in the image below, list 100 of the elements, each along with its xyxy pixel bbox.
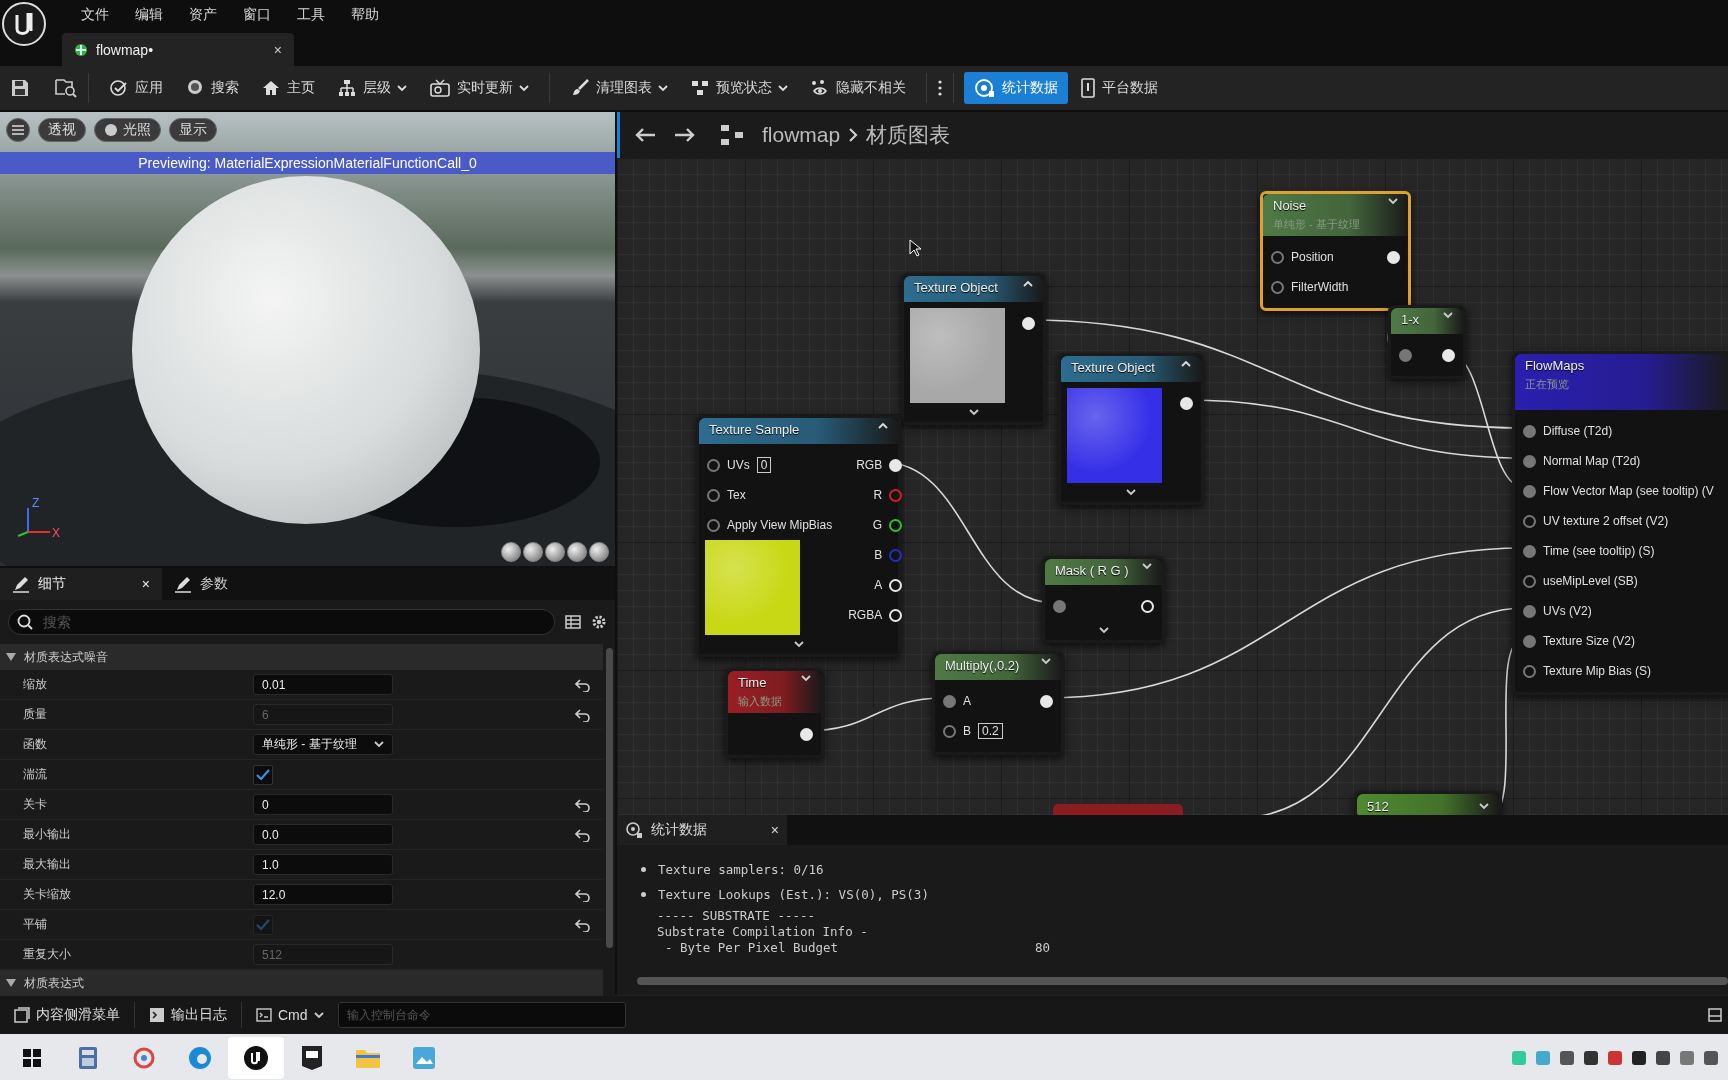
console-input[interactable]: 输入控制台命令 [337, 1002, 626, 1028]
viewport-scene[interactable]: 透视 光照 显示 Previewing: MaterialExpressionMaterialFunctionCall_0 Z X [0, 112, 615, 566]
back-arrow-icon[interactable] [634, 127, 656, 143]
pin-value-field[interactable]: 0.2 [978, 723, 1003, 739]
value-field[interactable]: 0 [253, 794, 393, 815]
stats-line: Texture samplers: 0/16 [658, 862, 824, 877]
cmd-dropdown[interactable]: Cmd [246, 1000, 334, 1030]
collapse-icon[interactable] [1181, 360, 1191, 367]
panel-tab[interactable]: 参数 [162, 568, 324, 600]
caret-icon [658, 84, 668, 92]
table-icon[interactable] [565, 615, 581, 629]
pin-value-field[interactable]: 0 [756, 457, 772, 473]
menu-item[interactable]: 窗口 [230, 6, 284, 24]
engine-logo-icon[interactable] [243, 1044, 269, 1071]
close-icon[interactable]: × [273, 41, 282, 58]
toolbar-button[interactable]: 统计数据 [964, 72, 1068, 104]
viewport-button[interactable]: 光照 [94, 118, 161, 142]
engine-logo-icon[interactable] [1, 1, 47, 47]
breadcrumb-item[interactable]: 材质图表 [866, 121, 951, 149]
viewport-menu-button[interactable] [6, 118, 30, 142]
browse-icon[interactable] [54, 78, 78, 98]
viewport-button[interactable]: 透视 [38, 118, 86, 142]
expand-icon[interactable] [1098, 627, 1109, 634]
reset-icon[interactable] [575, 887, 591, 902]
bottom-bar-button[interactable]: 输出日志 [139, 1000, 237, 1030]
toolbar-button[interactable]: 搜索 [175, 72, 249, 104]
menu-icon [12, 125, 24, 135]
checkbox[interactable] [253, 764, 273, 785]
toolbar-button[interactable]: 平台数据 [1070, 72, 1168, 104]
panel-icon[interactable] [1708, 1008, 1722, 1022]
reset-icon[interactable] [575, 797, 591, 812]
toolbar-button[interactable]: 层级 [327, 72, 417, 104]
reset-icon[interactable] [575, 827, 591, 842]
caret-icon [1041, 658, 1051, 665]
toolbar-button[interactable]: 主页 [251, 72, 325, 104]
image-app-icon[interactable] [412, 1045, 436, 1070]
search-field[interactable]: 搜索 [8, 609, 555, 635]
pin-icon[interactable] [889, 518, 903, 532]
value-field[interactable]: 12.0 [253, 884, 393, 905]
save-icon[interactable] [10, 78, 30, 98]
graph-node[interactable]: Multiply(,0.2) A B 0.2 [932, 651, 1064, 755]
panel-tab[interactable]: 统计数据 × [617, 815, 787, 845]
collapse-icon[interactable] [878, 422, 888, 429]
panel-tab[interactable]: 细节 × [0, 568, 162, 600]
launcher-icon[interactable] [301, 1044, 323, 1071]
property-label: 质量 [22, 706, 48, 723]
graph-node[interactable]: Texture Object [1058, 353, 1204, 505]
settings-icon[interactable] [591, 614, 607, 630]
search-icon [17, 614, 33, 630]
bottom-bar-button[interactable]: 内容侧滑菜单 [4, 1000, 130, 1030]
paint-app-icon[interactable] [132, 1045, 156, 1070]
node-header[interactable] [1053, 804, 1183, 815]
section-header[interactable]: 材质表达式噪音 [0, 644, 603, 670]
toolbar-button[interactable]: 预览状态 [680, 72, 798, 104]
section-header[interactable]: 材质表达式 [0, 970, 603, 996]
expand-arrow-icon[interactable] [6, 979, 16, 987]
browser-icon[interactable] [187, 1044, 213, 1071]
forward-arrow-icon[interactable] [674, 127, 696, 143]
scrollbar[interactable] [605, 648, 613, 948]
document-tab[interactable]: flowmap• × [62, 33, 294, 66]
tab-label: flowmap• [96, 41, 154, 58]
graph-node[interactable]: Time 输入数据 [725, 668, 824, 758]
search-field[interactable]: 搜索 [41, 613, 546, 631]
expand-icon[interactable] [1126, 489, 1136, 496]
viewport-button[interactable]: 显示 [169, 118, 217, 142]
pin-label: G [872, 518, 883, 532]
dropdown[interactable]: 单纯形 - 基于纹理 [253, 734, 393, 755]
graph-canvas[interactable] [617, 158, 1728, 815]
more-icon[interactable] [937, 79, 943, 97]
tray-icon[interactable] [1560, 1050, 1574, 1065]
taskbar-app[interactable] [228, 1036, 284, 1079]
toolbar-button[interactable]: 隐藏不相关 [800, 72, 916, 104]
expand-icon[interactable] [793, 641, 804, 648]
breadcrumb-item[interactable]: flowmap [762, 123, 841, 147]
checkmark-icon [256, 768, 270, 781]
scrollbar[interactable] [637, 977, 1728, 985]
tray-icon[interactable] [1656, 1050, 1670, 1065]
windows-icon[interactable] [22, 1047, 42, 1068]
tray-icon[interactable] [1584, 1050, 1598, 1065]
toolbar-button[interactable]: 实时更新 [419, 72, 539, 104]
toolbar-button[interactable]: 应用 [99, 72, 173, 104]
graph-node[interactable]: Texture Sample UVs 0 Tex Apply View MipBias RGB R G B A RGBA [696, 415, 901, 657]
value-field[interactable]: 0.0 [253, 824, 393, 845]
graph-node[interactable]: Mask ( R G ) [1042, 556, 1165, 643]
menu-item[interactable]: 帮助 [338, 6, 392, 24]
tray-icon[interactable] [1704, 1050, 1718, 1065]
expand-arrow-icon[interactable] [6, 653, 16, 661]
menu-item[interactable]: 资产 [176, 6, 230, 24]
value-field[interactable]: 1.0 [253, 854, 393, 875]
menu-item[interactable]: 文件 [68, 6, 122, 24]
value-field[interactable]: 0.01 [253, 674, 393, 695]
toolbar-button[interactable]: 清理图表 [560, 72, 678, 104]
tray-icon[interactable] [1632, 1050, 1646, 1065]
calculator-icon[interactable] [78, 1045, 98, 1070]
expand-icon[interactable] [968, 409, 979, 416]
graph-node[interactable]: Texture Object [901, 273, 1046, 425]
reset-icon[interactable] [575, 677, 591, 692]
menu-item[interactable]: 编辑 [122, 6, 176, 24]
collapse-icon[interactable] [1023, 280, 1033, 287]
menu-item[interactable]: 工具 [284, 6, 338, 24]
